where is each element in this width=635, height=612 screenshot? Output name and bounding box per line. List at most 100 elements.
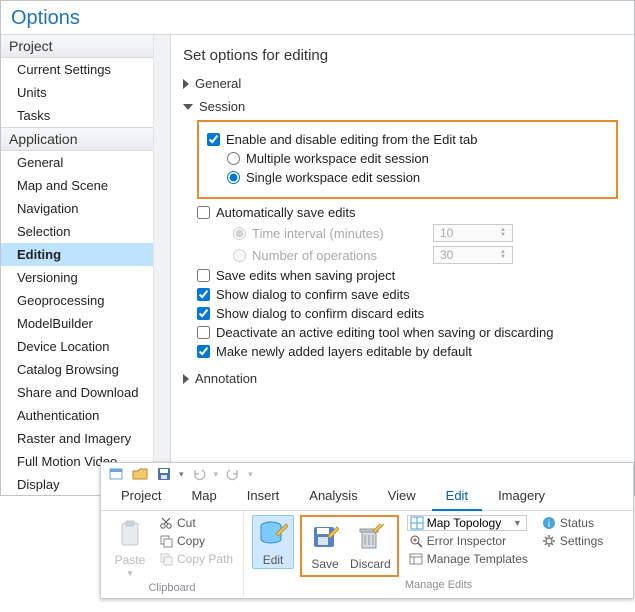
sidebar-group-project[interactable]: Project ˄ — [1, 35, 170, 58]
content-title: Set options for editing — [183, 47, 618, 64]
sidebar-item-map-and-scene[interactable]: Map and Scene — [1, 174, 170, 197]
autosave-checkbox[interactable] — [197, 206, 210, 219]
sidebar-item-current-settings[interactable]: Current Settings — [1, 58, 170, 81]
trash-pencil-icon — [353, 521, 387, 555]
section-session[interactable]: Session — [183, 99, 618, 114]
confirm-discard-checkbox[interactable] — [197, 307, 210, 320]
section-annotation[interactable]: Annotation — [183, 371, 618, 386]
sidebar-item-navigation[interactable]: Navigation — [1, 197, 170, 220]
group-label-clipboard: Clipboard — [109, 582, 235, 594]
num-ops-radio — [233, 249, 246, 262]
undo-dropdown-icon[interactable]: ▾ — [214, 469, 219, 480]
tab-insert[interactable]: Insert — [233, 484, 294, 510]
multi-workspace-label: Multiple workspace edit session — [246, 151, 429, 166]
autosave-label: Automatically save edits — [216, 205, 355, 220]
save-icon[interactable] — [155, 466, 173, 482]
paste-button[interactable]: Paste ▼ — [109, 515, 151, 580]
sidebar-item-versioning[interactable]: Versioning — [1, 266, 170, 289]
sidebar-item-authentication[interactable]: Authentication — [1, 404, 170, 427]
status-button[interactable]: i Status — [540, 515, 605, 531]
edit-toggle-button[interactable]: Edit — [252, 515, 294, 569]
sidebar-item-share-download[interactable]: Share and Download — [1, 381, 170, 404]
group-manage-edits: Edit Save Discard Map Topology — [244, 511, 633, 596]
redo-icon[interactable] — [224, 466, 242, 482]
copy-path-button[interactable]: Copy Path — [157, 551, 235, 567]
tab-project[interactable]: Project — [107, 484, 175, 510]
discard-edits-button[interactable]: Discard — [346, 519, 395, 573]
single-workspace-radio[interactable] — [227, 171, 240, 184]
num-ops-label: Number of operations — [252, 248, 427, 263]
spinner-icon: ▲▼ — [500, 250, 506, 260]
arrow-down-icon — [183, 104, 193, 110]
multi-workspace-radio[interactable] — [227, 152, 240, 165]
sidebar-item-tasks[interactable]: Tasks — [1, 104, 170, 127]
options-dialog: Options Project ˄ Current Settings Units… — [0, 0, 635, 496]
copy-path-icon — [159, 552, 173, 566]
num-ops-spinner: 30 ▲▼ — [433, 246, 513, 264]
tab-edit[interactable]: Edit — [432, 484, 482, 511]
sidebar-scrollbar[interactable] — [153, 35, 170, 495]
group-label-manage-edits: Manage Edits — [252, 579, 625, 591]
tab-view[interactable]: View — [374, 484, 430, 510]
error-inspector-button[interactable]: Error Inspector — [407, 533, 530, 549]
single-workspace-label: Single workspace edit session — [246, 170, 420, 185]
topology-combo[interactable]: Map Topology ▼ — [407, 515, 527, 531]
arrow-right-icon — [183, 79, 189, 89]
tab-map[interactable]: Map — [177, 484, 230, 510]
info-icon: i — [542, 516, 556, 530]
options-sidebar: Project ˄ Current Settings Units Tasks A… — [1, 35, 171, 495]
database-pencil-icon — [256, 517, 290, 551]
sidebar-item-general[interactable]: General — [1, 151, 170, 174]
sidebar-item-geoprocessing[interactable]: Geoprocessing — [1, 289, 170, 312]
ribbon-window: ▾ ▾ ▾ Project Map Insert Analysis View E… — [100, 462, 634, 599]
save-project-checkbox[interactable] — [197, 269, 210, 282]
arrow-right-icon — [183, 374, 189, 384]
scissors-icon — [159, 516, 173, 530]
edit-session-highlight: Enable and disable editing from the Edit… — [197, 120, 618, 199]
sidebar-item-editing[interactable]: Editing — [1, 243, 170, 266]
settings-button[interactable]: Settings — [540, 533, 605, 549]
sidebar-item-selection[interactable]: Selection — [1, 220, 170, 243]
gear-icon — [542, 534, 556, 548]
editable-layers-checkbox[interactable] — [197, 345, 210, 358]
manage-templates-button[interactable]: Manage Templates — [407, 551, 530, 567]
enable-editing-label: Enable and disable editing from the Edit… — [226, 132, 478, 147]
floppy-pencil-icon — [308, 521, 342, 555]
open-icon[interactable] — [131, 466, 149, 482]
section-general[interactable]: General — [183, 76, 618, 91]
dialog-title: Options — [1, 1, 634, 35]
options-content: Set options for editing General Session … — [171, 35, 634, 495]
ribbon-tabs: Project Map Insert Analysis View Edit Im… — [101, 484, 633, 511]
spinner-icon: ▲▼ — [500, 228, 506, 238]
sidebar-item-modelbuilder[interactable]: ModelBuilder — [1, 312, 170, 335]
sidebar-item-device-location[interactable]: Device Location — [1, 335, 170, 358]
sidebar-group-application[interactable]: Application — [1, 127, 170, 151]
ribbon-body: Paste ▼ Cut Copy Copy Path — [101, 511, 633, 596]
sidebar-item-units[interactable]: Units — [1, 81, 170, 104]
group-clipboard: Paste ▼ Cut Copy Copy Path — [101, 511, 244, 596]
time-interval-radio — [233, 227, 246, 240]
tab-analysis[interactable]: Analysis — [295, 484, 371, 510]
dropdown-icon: ▼ — [513, 518, 522, 528]
confirm-save-checkbox[interactable] — [197, 288, 210, 301]
magnifier-error-icon — [409, 534, 423, 548]
cut-button[interactable]: Cut — [157, 515, 235, 531]
save-dropdown-icon[interactable]: ▾ — [179, 469, 184, 480]
deactivate-tool-label: Deactivate an active editing tool when s… — [216, 325, 553, 340]
topology-icon — [410, 516, 424, 530]
time-interval-label: Time interval (minutes) — [252, 226, 427, 241]
time-interval-spinner: 10 ▲▼ — [433, 224, 513, 242]
deactivate-tool-checkbox[interactable] — [197, 326, 210, 339]
undo-icon[interactable] — [190, 466, 208, 482]
save-edits-button[interactable]: Save — [304, 519, 346, 573]
redo-dropdown-icon[interactable]: ▾ — [248, 469, 253, 480]
clipboard-icon — [113, 517, 147, 551]
templates-icon — [409, 552, 423, 566]
enable-editing-checkbox[interactable] — [207, 133, 220, 146]
sidebar-item-raster-imagery[interactable]: Raster and Imagery — [1, 427, 170, 450]
confirm-save-label: Show dialog to confirm save edits — [216, 287, 410, 302]
tab-imagery[interactable]: Imagery — [484, 484, 559, 510]
copy-button[interactable]: Copy — [157, 533, 235, 549]
sidebar-item-catalog-browsing[interactable]: Catalog Browsing — [1, 358, 170, 381]
new-project-icon[interactable] — [107, 466, 125, 482]
